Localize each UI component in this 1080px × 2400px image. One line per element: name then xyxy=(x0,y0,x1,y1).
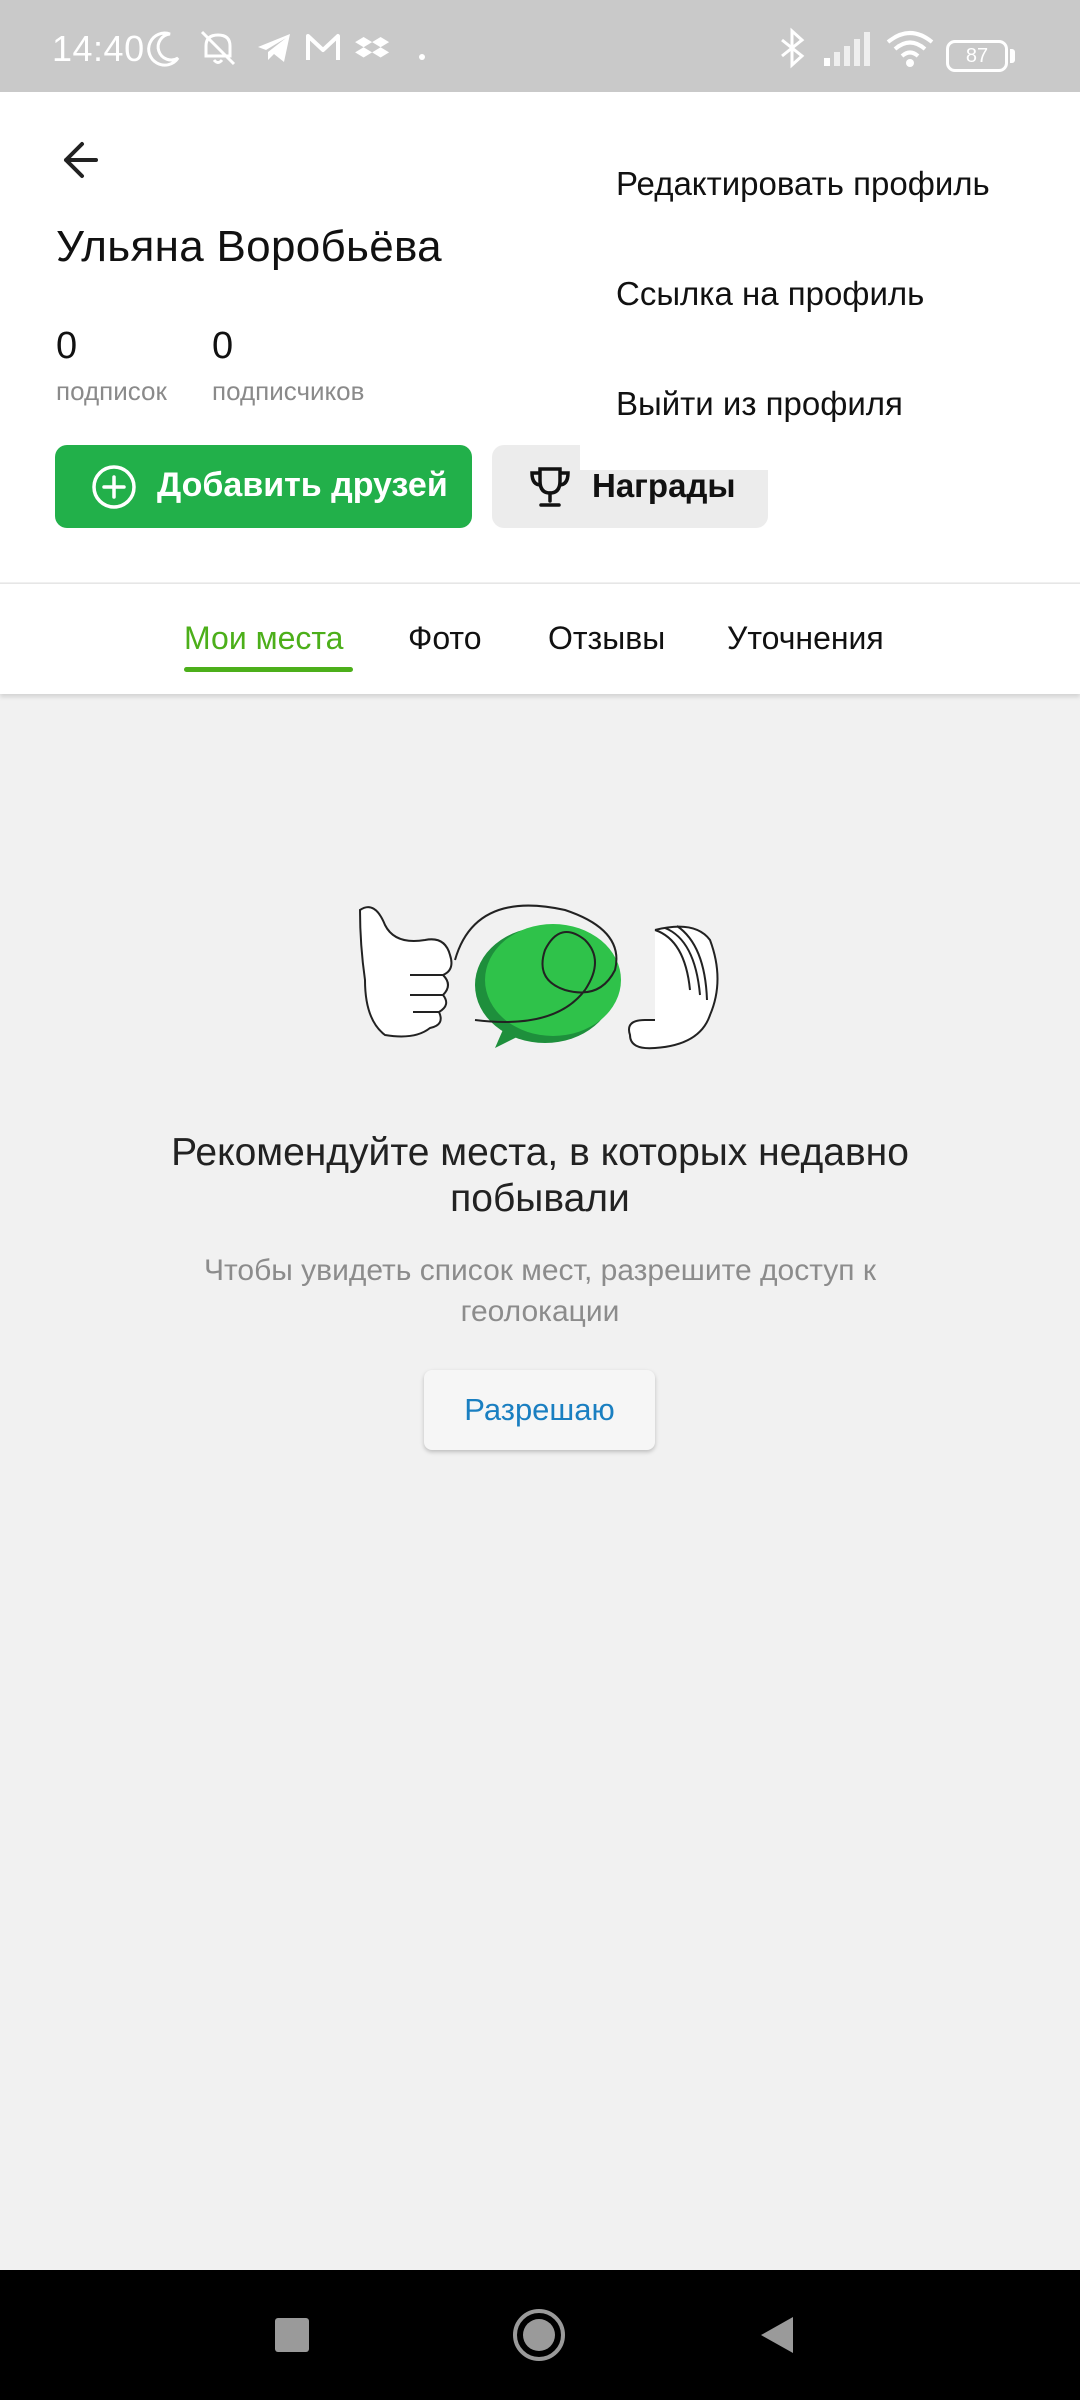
add-friends-label: Добавить друзей xyxy=(157,466,448,504)
tab-clarifications[interactable]: Уточнения xyxy=(727,620,884,657)
awards-label: Награды xyxy=(592,467,736,504)
home-icon[interactable] xyxy=(511,2307,567,2363)
signal-icon xyxy=(824,32,870,66)
trophy-icon xyxy=(530,467,570,507)
menu-item-logout[interactable]: Выйти из профиля xyxy=(616,385,903,423)
system-nav-bar xyxy=(0,2270,1080,2400)
battery-icon: 87 xyxy=(946,40,1008,72)
subscribers-label[interactable]: подписчиков xyxy=(212,376,364,407)
recent-apps-icon[interactable] xyxy=(272,2315,312,2355)
battery-nub xyxy=(1010,49,1015,63)
profile-name: Ульяна Воробьёва xyxy=(56,222,442,271)
subscriptions-label[interactable]: подписок xyxy=(56,376,167,407)
wifi-icon xyxy=(886,31,934,67)
profile-tabs: Мои места Фото Отзывы Уточнения xyxy=(0,583,1080,694)
bluetooth-icon xyxy=(781,27,805,69)
empty-state-title: Рекомендуйте места, в которых недавно по… xyxy=(171,1131,909,1220)
add-friends-button[interactable]: Добавить друзей xyxy=(55,445,472,528)
battery-level: 87 xyxy=(965,45,989,67)
muted-alarm-icon xyxy=(200,30,236,66)
menu-item-profile-link[interactable]: Ссылка на профиль xyxy=(616,275,924,313)
profile-menu: Редактировать профиль Ссылка на профиль … xyxy=(580,125,1080,470)
tab-my-places[interactable]: Мои места xyxy=(184,620,343,657)
gmail-icon xyxy=(306,34,340,60)
dropbox-icon xyxy=(355,37,390,58)
allow-location-label: Разрешаю xyxy=(464,1392,615,1427)
back-arrow-icon[interactable] xyxy=(52,130,112,190)
active-tab-indicator xyxy=(184,667,353,672)
subscriptions-count[interactable]: 0 xyxy=(56,325,77,368)
thumbs-up-chat-illustration xyxy=(358,904,719,1050)
allow-location-button[interactable]: Разрешаю xyxy=(424,1370,655,1450)
dot-icon xyxy=(419,54,425,60)
status-time: 14:40 xyxy=(52,28,145,69)
empty-state-subtitle: Чтобы увидеть список мест, разрешите дос… xyxy=(203,1254,876,1328)
tab-reviews[interactable]: Отзывы xyxy=(548,620,665,657)
menu-item-edit-profile[interactable]: Редактировать профиль xyxy=(616,165,990,203)
back-nav-icon[interactable] xyxy=(757,2313,797,2357)
subscribers-count[interactable]: 0 xyxy=(212,325,233,368)
add-circle-icon xyxy=(92,465,136,509)
status-bar: 14:40 87 xyxy=(0,0,1080,92)
telegram-icon xyxy=(258,34,290,62)
moon-icon xyxy=(147,31,180,67)
tab-photo[interactable]: Фото xyxy=(408,620,482,657)
